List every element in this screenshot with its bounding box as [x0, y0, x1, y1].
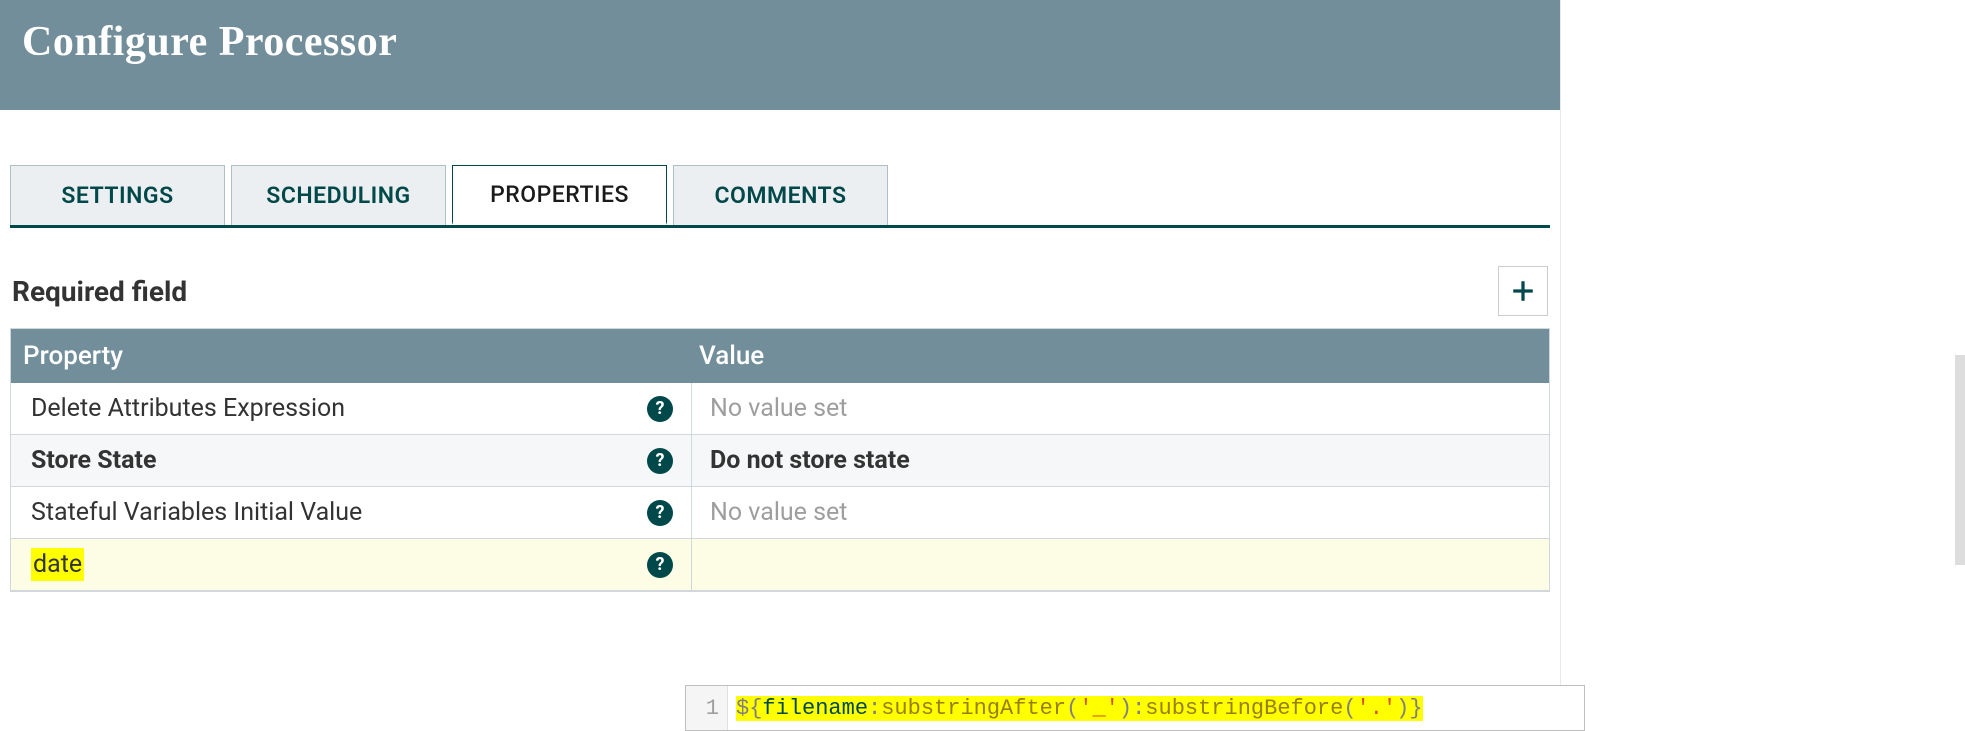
property-value-cell[interactable]: Do not store state: [691, 435, 1549, 486]
table-row[interactable]: Stateful Variables Initial Value ? No va…: [11, 487, 1549, 539]
tab-settings[interactable]: SETTINGS: [10, 165, 225, 225]
expression-editor[interactable]: 1 ${filename:substringAfter('_'):substri…: [685, 685, 1585, 731]
table-header: Property Value: [11, 329, 1549, 383]
tabs-row: SETTINGS SCHEDULING PROPERTIES COMMENTS: [10, 165, 1550, 228]
col-header-property: Property: [11, 341, 691, 371]
property-name-cell: Stateful Variables Initial Value ?: [11, 498, 691, 527]
property-name-cell: Delete Attributes Expression ?: [11, 394, 691, 423]
dialog-body: SETTINGS SCHEDULING PROPERTIES COMMENTS …: [0, 165, 1560, 592]
background-panel: [1560, 0, 1965, 730]
col-header-value: Value: [691, 341, 1549, 371]
table-row[interactable]: Store State ? Do not store state: [11, 435, 1549, 487]
plus-icon: [1510, 278, 1536, 304]
help-icon[interactable]: ?: [647, 500, 673, 526]
property-value-cell[interactable]: No value set: [691, 383, 1549, 434]
help-icon[interactable]: ?: [647, 552, 673, 578]
expression-highlight: ${filename:substringAfter('_'):substring…: [736, 696, 1423, 721]
editor-line[interactable]: ${filename:substringAfter('_'):substring…: [728, 686, 1584, 730]
property-value-cell[interactable]: [691, 539, 1549, 590]
table-row[interactable]: Delete Attributes Expression ? No value …: [11, 383, 1549, 435]
properties-table: Property Value Delete Attributes Express…: [10, 328, 1550, 592]
property-name: date: [31, 548, 84, 581]
line-number: 1: [706, 696, 719, 721]
property-name: Delete Attributes Expression: [31, 394, 345, 423]
required-field-label: Required field: [12, 275, 187, 308]
section-header-row: Required field: [10, 266, 1550, 316]
property-name: Store State: [31, 446, 156, 475]
tab-comments[interactable]: COMMENTS: [673, 165, 888, 225]
help-icon[interactable]: ?: [647, 448, 673, 474]
editor-gutter: 1: [686, 686, 728, 730]
help-icon[interactable]: ?: [647, 396, 673, 422]
tab-properties[interactable]: PROPERTIES: [452, 165, 667, 225]
table-row[interactable]: date ?: [11, 539, 1549, 591]
add-property-button[interactable]: [1498, 266, 1548, 316]
dialog-title: Configure Processor: [22, 18, 397, 66]
property-name-cell: Store State ?: [11, 446, 691, 475]
tab-scheduling[interactable]: SCHEDULING: [231, 165, 446, 225]
property-value-cell[interactable]: No value set: [691, 487, 1549, 538]
property-name-cell: date ?: [11, 548, 691, 581]
property-name: Stateful Variables Initial Value: [31, 498, 362, 527]
background-fragment: [1955, 355, 1965, 565]
